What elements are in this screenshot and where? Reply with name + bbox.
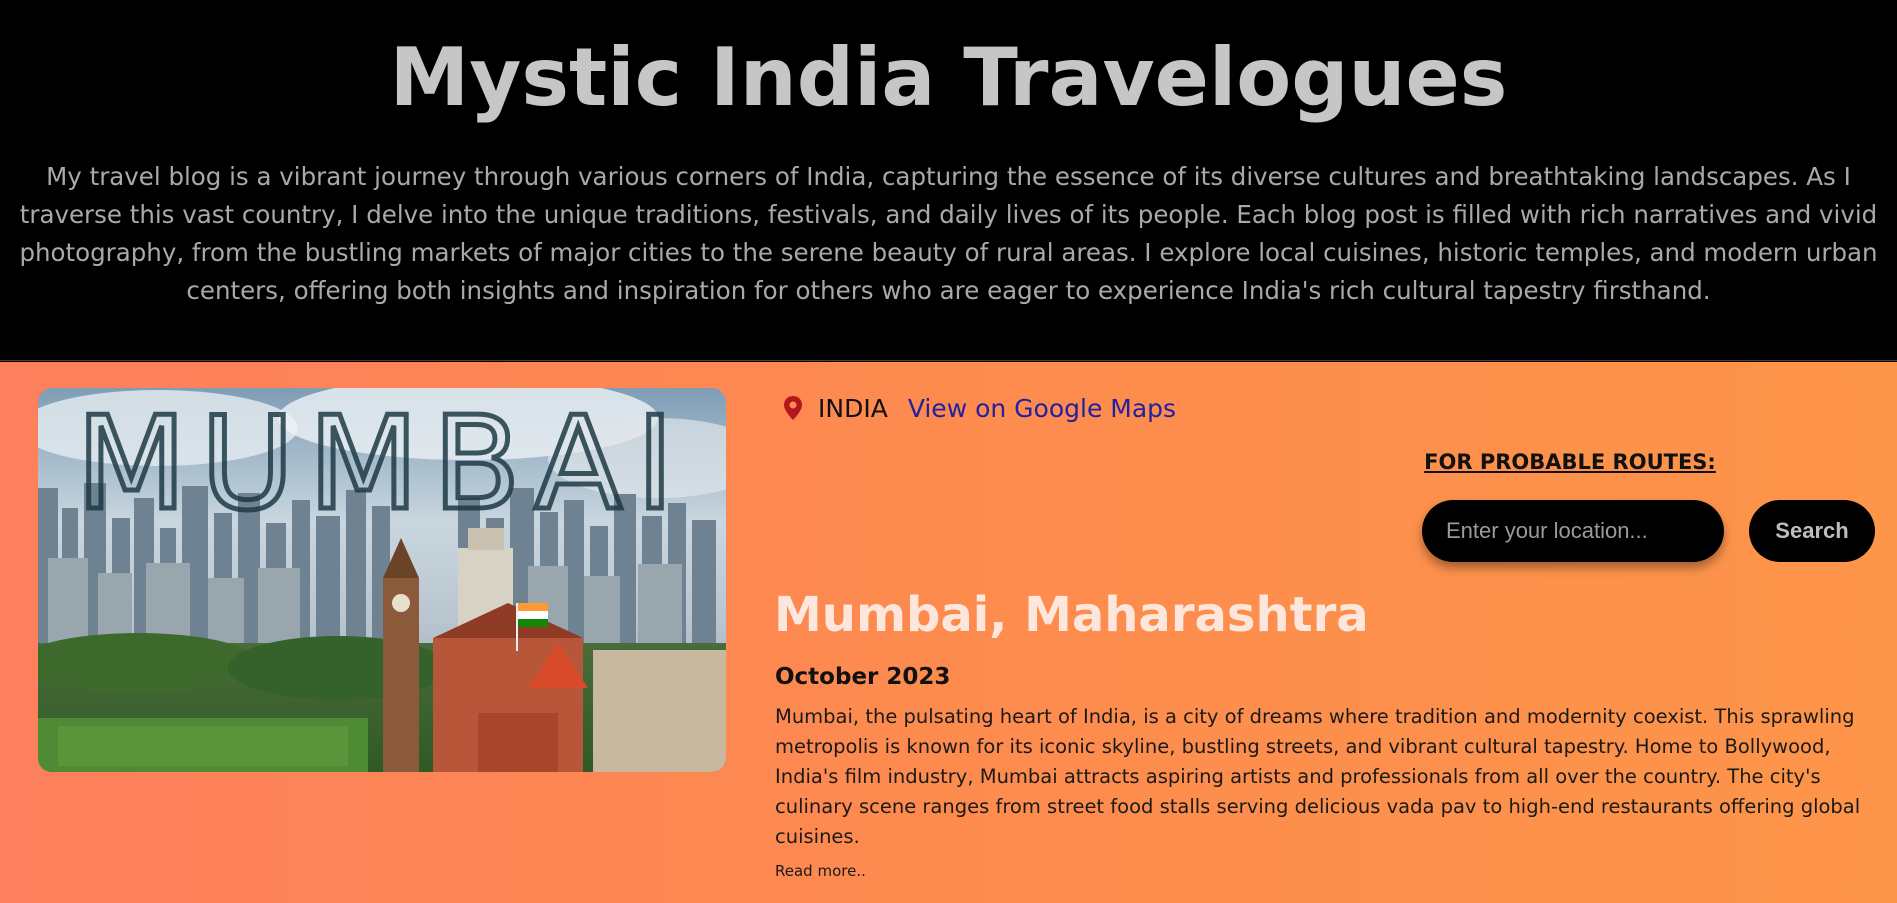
post-body: Mumbai, the pulsating heart of India, is… xyxy=(775,705,1861,848)
blog-post-card: MUMBAI INDIA View on Google Maps FOR PRO… xyxy=(0,362,1897,903)
routes-label: FOR PROBABLE ROUTES: xyxy=(1424,450,1716,474)
mumbai-skyline-image: MUMBAI xyxy=(38,388,726,772)
site-title: Mystic India Travelogues xyxy=(389,31,1508,124)
google-maps-link[interactable]: View on Google Maps xyxy=(908,394,1176,423)
site-intro: My travel blog is a vibrant journey thro… xyxy=(19,162,1878,305)
post-country: INDIA xyxy=(818,393,888,423)
location-input[interactable] xyxy=(1422,500,1724,562)
site-header: Mystic India Travelogues My travel blog … xyxy=(0,0,1897,361)
post-hero-image[interactable]: MUMBAI xyxy=(38,388,726,772)
location-row: INDIA View on Google Maps xyxy=(782,390,1176,426)
map-pin-icon xyxy=(784,396,802,420)
read-more-link[interactable]: Read more.. xyxy=(775,862,866,880)
post-date: October 2023 xyxy=(775,664,951,690)
search-button[interactable]: Search xyxy=(1749,500,1875,562)
post-title: Mumbai, Maharashtra xyxy=(774,587,1369,643)
image-caption: MUMBAI xyxy=(76,390,688,539)
